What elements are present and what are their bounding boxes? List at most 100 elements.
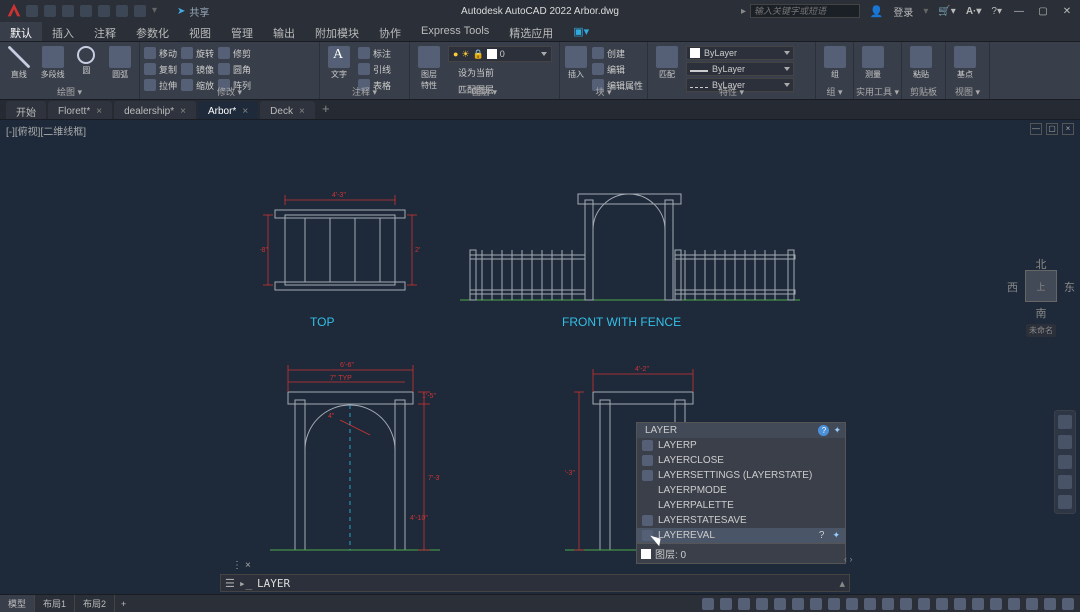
fillet-button[interactable]: 圆角 [218,62,251,76]
status-snap-icon[interactable] [738,598,750,610]
filetab-start[interactable]: 开始 [6,101,46,119]
zoom-extents-icon[interactable] [1058,455,1072,469]
status-modelspace-icon[interactable] [702,598,714,610]
leader-button[interactable]: 引线 [358,62,391,76]
panel-props-title[interactable]: 特性 ▾ [648,85,815,98]
layout-add-button[interactable]: + [115,597,132,611]
tab-overflow[interactable]: ▣▾ [563,22,599,41]
group-button[interactable]: 组 [820,44,850,80]
move-button[interactable]: 移动 [144,46,177,60]
close-button[interactable]: ✕ [1060,6,1074,17]
blockedit-button[interactable]: 编辑 [592,62,643,76]
pan-icon[interactable] [1058,435,1072,449]
popup-scroll-indicator[interactable]: ‹ › [844,554,853,564]
user-icon[interactable]: 👤 [870,5,884,18]
filetab-arbor[interactable]: Arbor*× [198,101,258,119]
viewcube-south[interactable]: 南 [1036,305,1047,321]
cmd-expand-icon[interactable]: ✦ [833,425,841,436]
layer-selector[interactable]: ● ☀ 🔒 0 [448,46,552,62]
status-lwt-icon[interactable] [846,598,858,610]
panel-annot-title[interactable]: 注释 ▾ [320,85,409,98]
status-customize-icon[interactable] [1062,598,1074,610]
status-transparency-icon[interactable] [864,598,876,610]
qat-save-icon[interactable] [62,5,74,17]
tab-parametric[interactable]: 参数化 [126,22,179,41]
filetab-deck[interactable]: Deck× [260,101,315,119]
cmd-suggestion-head[interactable]: LAYER [645,425,677,436]
status-annomonitor-icon[interactable] [936,598,948,610]
lineweight-selector[interactable]: ByLayer [686,62,794,76]
cmd-suggestion-layersettings[interactable]: LAYERSETTINGS (LAYERSTATE) [637,468,845,483]
layout-tab-model[interactable]: 模型 [0,595,35,612]
search-input[interactable] [750,4,860,18]
viewcube-ucs-label[interactable]: 未命名 [1026,324,1056,337]
qat-new-icon[interactable] [26,5,38,17]
panel-util-title[interactable]: 实用工具 ▾ [854,85,901,98]
cmd-suggestion-layerp[interactable]: LAYERP [637,438,845,453]
cmd-suggestion-layerpmode[interactable]: LAYERPMODE [637,483,845,498]
cmd-suggestion-layerstatesave[interactable]: LAYERSTATESAVE [637,513,845,528]
tab-addins[interactable]: 附加模块 [305,22,369,41]
copy-button[interactable]: 复制 [144,62,177,76]
dimension-button[interactable]: 标注 [358,46,391,60]
tab-featured[interactable]: 精选应用 [499,22,563,41]
status-annoscale-icon[interactable] [900,598,912,610]
showmotion-icon[interactable] [1058,495,1072,509]
tab-insert[interactable]: 插入 [42,22,84,41]
status-polar-icon[interactable] [774,598,786,610]
paste-button[interactable]: 粘贴 [906,44,936,80]
qat-undo-icon[interactable] [116,5,128,17]
laymcur-button[interactable]: 设为当前 [458,65,494,79]
status-units-icon[interactable] [954,598,966,610]
cmd-suggestion-layerclose[interactable]: LAYERCLOSE [637,453,845,468]
close-icon[interactable]: × [96,106,102,117]
rotate-button[interactable]: 旋转 [181,46,214,60]
arc-button[interactable]: 圆弧 [105,44,135,80]
steering-wheel-icon[interactable] [1058,415,1072,429]
command-input[interactable] [257,577,839,590]
status-workspace-icon[interactable] [918,598,930,610]
color-selector[interactable]: ByLayer [686,46,794,60]
status-lockui-icon[interactable] [990,598,1002,610]
viewport-label[interactable]: [-][俯视][二维线框] [6,123,86,138]
orbit-icon[interactable] [1058,475,1072,489]
newfile-tab-button[interactable]: + [317,101,335,119]
viewcube-face[interactable]: 上 [1025,270,1057,302]
qat-open-icon[interactable] [44,5,56,17]
panel-layers-title[interactable]: 图层 ▾ [410,85,559,98]
maximize-button[interactable]: ▢ [1036,6,1050,17]
share-button[interactable]: ➤ 共享 [177,4,209,19]
cart-icon[interactable]: 🛒▾ [938,6,955,17]
cmd-suggestion-layereval[interactable]: LAYEREVAL?✦ [637,528,845,543]
basepoint-button[interactable]: 基点 [950,44,980,80]
autodesk-app-icon[interactable]: A·▾ [966,6,982,17]
viewcube[interactable]: 北 西 上 东 南 未命名 [1016,270,1066,337]
layout-tab-layout1[interactable]: 布局1 [35,595,75,612]
tab-collab[interactable]: 协作 [369,22,411,41]
help-icon[interactable]: ?▾ [991,6,1002,17]
vp-min-icon[interactable]: — [1030,123,1042,135]
panel-view-title[interactable]: 视图 ▾ [946,85,989,98]
blockcreate-button[interactable]: 创建 [592,46,643,60]
cmdline-close-icon[interactable]: × [245,560,251,571]
cmdline-caret-icon[interactable]: ▴ [839,577,845,590]
qat-saveas-icon[interactable] [80,5,92,17]
panel-block-title[interactable]: 块 ▾ [560,85,647,98]
polyline-button[interactable]: 多段线 [38,44,68,80]
filetab-florett[interactable]: Florett*× [48,101,112,119]
cmdline-collapse-icon[interactable]: ⋮ [232,560,242,571]
panel-clip-title[interactable]: 剪贴板 [902,85,945,98]
vp-close-icon[interactable]: × [1062,123,1074,135]
minimize-button[interactable]: — [1012,6,1026,17]
line-button[interactable]: 直线 [4,44,34,80]
recent-commands-icon[interactable]: ☰ [225,577,239,590]
status-isolate-icon[interactable] [1008,598,1020,610]
mirror-button[interactable]: 镜像 [181,62,214,76]
panel-draw-title[interactable]: 绘图 ▾ [0,85,139,98]
drawing-canvas[interactable]: [-][俯视][二维线框] — ▢ × TOP FRONT WITH FENCE… [0,120,1080,594]
status-3dosnap-icon[interactable] [810,598,822,610]
circle-button[interactable]: 圆 [72,44,102,80]
panel-group-title[interactable]: 组 ▾ [816,85,853,98]
close-icon[interactable]: × [299,106,305,117]
tab-default[interactable]: 默认 [0,22,42,41]
